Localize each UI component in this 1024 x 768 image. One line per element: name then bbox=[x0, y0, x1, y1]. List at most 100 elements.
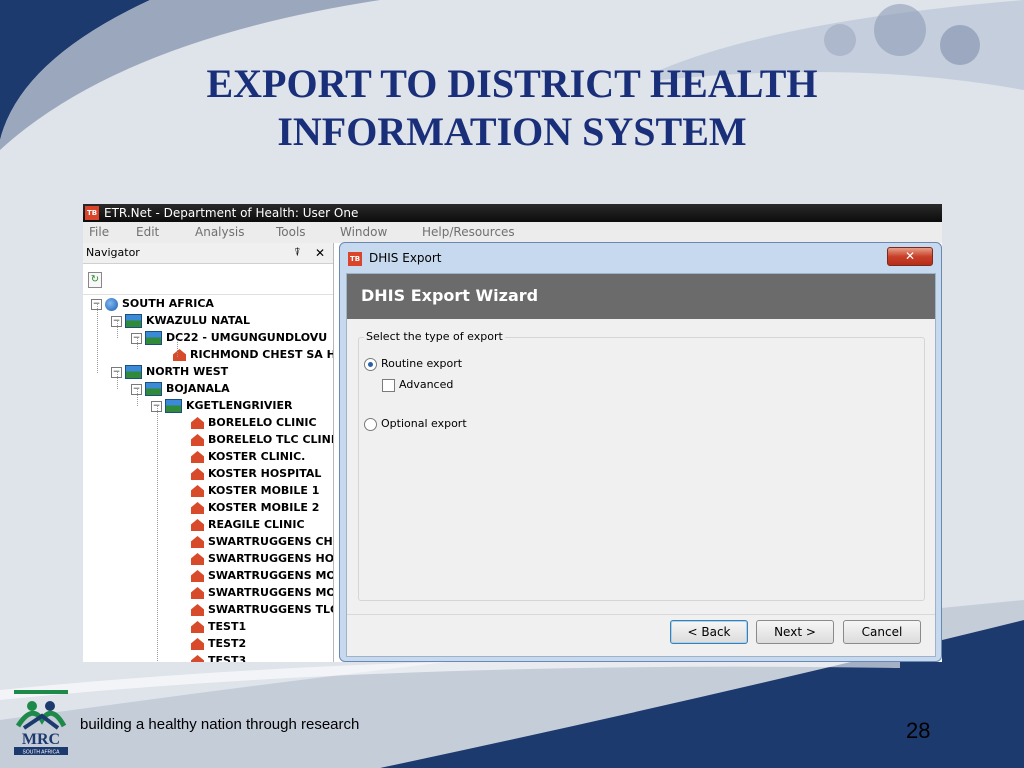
tree-node[interactable]: TEST3 bbox=[191, 652, 246, 662]
menu-tools[interactable]: Tools bbox=[276, 222, 306, 243]
slide-title-line-2: INFORMATION SYSTEM bbox=[277, 109, 747, 154]
tree-node-label: KGETLENGRIVIER bbox=[186, 399, 293, 412]
tree-node[interactable]: − KWAZULU NATAL bbox=[111, 312, 250, 329]
tree-node[interactable]: KOSTER MOBILE 2 bbox=[191, 499, 319, 516]
tree-node[interactable]: SWARTRUGGENS HOSPITAL bbox=[191, 550, 334, 567]
tree-connector-line bbox=[177, 337, 178, 357]
routine-export-option[interactable]: Routine export bbox=[364, 357, 462, 371]
menubar: File Edit Analysis Tools Window Help/Res… bbox=[83, 222, 942, 243]
facility-icon bbox=[191, 655, 204, 662]
region-icon bbox=[145, 382, 162, 396]
menu-analysis[interactable]: Analysis bbox=[195, 222, 244, 243]
tree-node-label: SWARTRUGGENS MOBILE 2 bbox=[208, 586, 333, 599]
tree-node[interactable]: KOSTER HOSPITAL bbox=[191, 465, 321, 482]
back-button[interactable]: < Back bbox=[670, 620, 748, 644]
tree-connector-line bbox=[137, 388, 138, 406]
tree-node-label: SWARTRUGGENS HOSPITAL bbox=[208, 552, 334, 565]
tree-node-label: NORTH WEST bbox=[146, 365, 229, 378]
facility-icon bbox=[191, 587, 204, 599]
optional-export-option[interactable]: Optional export bbox=[364, 417, 467, 431]
optional-export-radio[interactable] bbox=[364, 417, 377, 431]
tree-connector-line bbox=[97, 303, 98, 373]
navigator-panel: Navigator ⍒ ✕ ↻ − SOUTH AFRICA − KWAZULU NA… bbox=[83, 243, 334, 662]
tree-node-label: KOSTER HOSPITAL bbox=[208, 467, 322, 480]
dialog-close-button[interactable]: ✕ bbox=[887, 247, 933, 266]
refresh-icon[interactable]: ↻ bbox=[88, 272, 102, 288]
menu-file[interactable]: File bbox=[89, 222, 109, 243]
tree-node[interactable]: − NORTH WEST bbox=[111, 363, 228, 380]
tree-node-label: SOUTH AFRICA bbox=[122, 297, 214, 310]
routine-export-radio[interactable] bbox=[364, 357, 377, 371]
tree-node-label: SWARTRUGGENS MOBILE 1 bbox=[208, 569, 333, 582]
slide-title-line-1: EXPORT TO DISTRICT HEALTH bbox=[206, 61, 818, 106]
menu-window[interactable]: Window bbox=[340, 222, 387, 243]
close-icon[interactable]: ✕ bbox=[315, 243, 325, 263]
tree-node[interactable]: − KGETLENGRIVIER bbox=[151, 397, 292, 414]
facility-icon bbox=[191, 519, 204, 531]
next-button[interactable]: Next > bbox=[756, 620, 834, 644]
tree-node[interactable]: BORELELO CLINIC bbox=[191, 414, 317, 431]
tree-node[interactable]: − BOJANALA bbox=[131, 380, 230, 397]
tree-node[interactable]: KOSTER MOBILE 1 bbox=[191, 482, 319, 499]
facility-icon bbox=[191, 553, 204, 565]
tree-node[interactable]: SWARTRUGGENS CHC bbox=[191, 533, 333, 550]
slide-number: 28 bbox=[906, 718, 931, 743]
tree-node[interactable]: − DC22 - UMGUNGUNDLOVU bbox=[131, 329, 327, 346]
tree-node[interactable]: − SOUTH AFRICA bbox=[91, 295, 214, 312]
dialog-separator bbox=[347, 614, 935, 615]
advanced-checkbox[interactable] bbox=[382, 378, 395, 392]
pin-icon[interactable]: ⍒ bbox=[294, 243, 301, 263]
facility-icon bbox=[191, 621, 204, 633]
tree-connector-line bbox=[157, 405, 158, 662]
region-icon bbox=[145, 331, 162, 345]
advanced-label: Advanced bbox=[399, 378, 454, 391]
navigator-toolbar: ↻ bbox=[83, 264, 333, 295]
globe-icon bbox=[105, 297, 118, 311]
slide-title: EXPORT TO DISTRICT HEALTH INFORMATION SY… bbox=[120, 60, 904, 156]
facility-icon bbox=[191, 536, 204, 548]
facility-icon bbox=[191, 468, 204, 480]
tree-node[interactable]: RICHMOND CHEST SA HOSPITAL bbox=[173, 346, 333, 363]
tree-node[interactable]: TEST1 bbox=[191, 618, 246, 635]
export-type-groupbox bbox=[358, 337, 925, 601]
advanced-option[interactable]: Advanced bbox=[382, 378, 453, 392]
tree-node[interactable]: SWARTRUGGENS TLC bbox=[191, 601, 333, 618]
wizard-header: DHIS Export Wizard bbox=[347, 274, 935, 319]
tree-connector-line bbox=[117, 371, 118, 389]
navigator-header: Navigator ⍒ ✕ bbox=[83, 243, 333, 264]
tree-node-label: TEST2 bbox=[208, 637, 247, 650]
export-type-group-label: Select the type of export bbox=[364, 330, 505, 343]
tree-connector-line bbox=[117, 320, 118, 338]
dialog-app-icon: TB bbox=[348, 252, 362, 266]
tree-node-label: KOSTER MOBILE 2 bbox=[208, 501, 320, 514]
dhis-export-dialog: TB DHIS Export ✕ DHIS Export Wizard Sele… bbox=[339, 242, 942, 662]
dialog-body: DHIS Export Wizard Select the type of ex… bbox=[346, 273, 936, 657]
tree-node[interactable]: TEST2 bbox=[191, 635, 246, 652]
optional-export-label: Optional export bbox=[381, 417, 467, 430]
app-titlebar: TB ETR.Net - Department of Health: User … bbox=[83, 204, 942, 222]
cancel-button[interactable]: Cancel bbox=[843, 620, 921, 644]
logo-subtext: SOUTH AFRICA bbox=[23, 750, 61, 756]
tree-node[interactable]: REAGILE CLINIC bbox=[191, 516, 305, 533]
tree-node[interactable]: KOSTER CLINIC. bbox=[191, 448, 305, 465]
tree-node-label: BORELELO CLINIC bbox=[208, 416, 317, 429]
tree-node-label: KOSTER MOBILE 1 bbox=[208, 484, 320, 497]
menu-edit[interactable]: Edit bbox=[136, 222, 159, 243]
tree-node[interactable]: SWARTRUGGENS MOBILE 2 bbox=[191, 584, 333, 601]
tree-node-label: REAGILE CLINIC bbox=[208, 518, 305, 531]
facility-icon bbox=[173, 349, 186, 361]
dialog-titlebar: TB DHIS Export ✕ bbox=[340, 243, 941, 271]
tree-node-label: BOJANALA bbox=[166, 382, 230, 395]
facility-icon bbox=[191, 638, 204, 650]
facility-icon bbox=[191, 502, 204, 514]
menu-help-resources[interactable]: Help/Resources bbox=[422, 222, 515, 243]
tree-connector-line bbox=[137, 337, 138, 349]
tree-node-label: TEST3 bbox=[208, 654, 247, 662]
tree-node-label: KWAZULU NATAL bbox=[146, 314, 251, 327]
tagline: building a healthy nation through resear… bbox=[80, 716, 360, 733]
wizard-title: DHIS Export Wizard bbox=[361, 286, 539, 305]
tree-node[interactable]: SWARTRUGGENS MOBILE 1 bbox=[191, 567, 333, 584]
tree-node-label: KOSTER CLINIC. bbox=[208, 450, 306, 463]
tree-node[interactable]: BORELELO TLC CLINIC bbox=[191, 431, 333, 448]
routine-export-label: Routine export bbox=[381, 357, 463, 370]
